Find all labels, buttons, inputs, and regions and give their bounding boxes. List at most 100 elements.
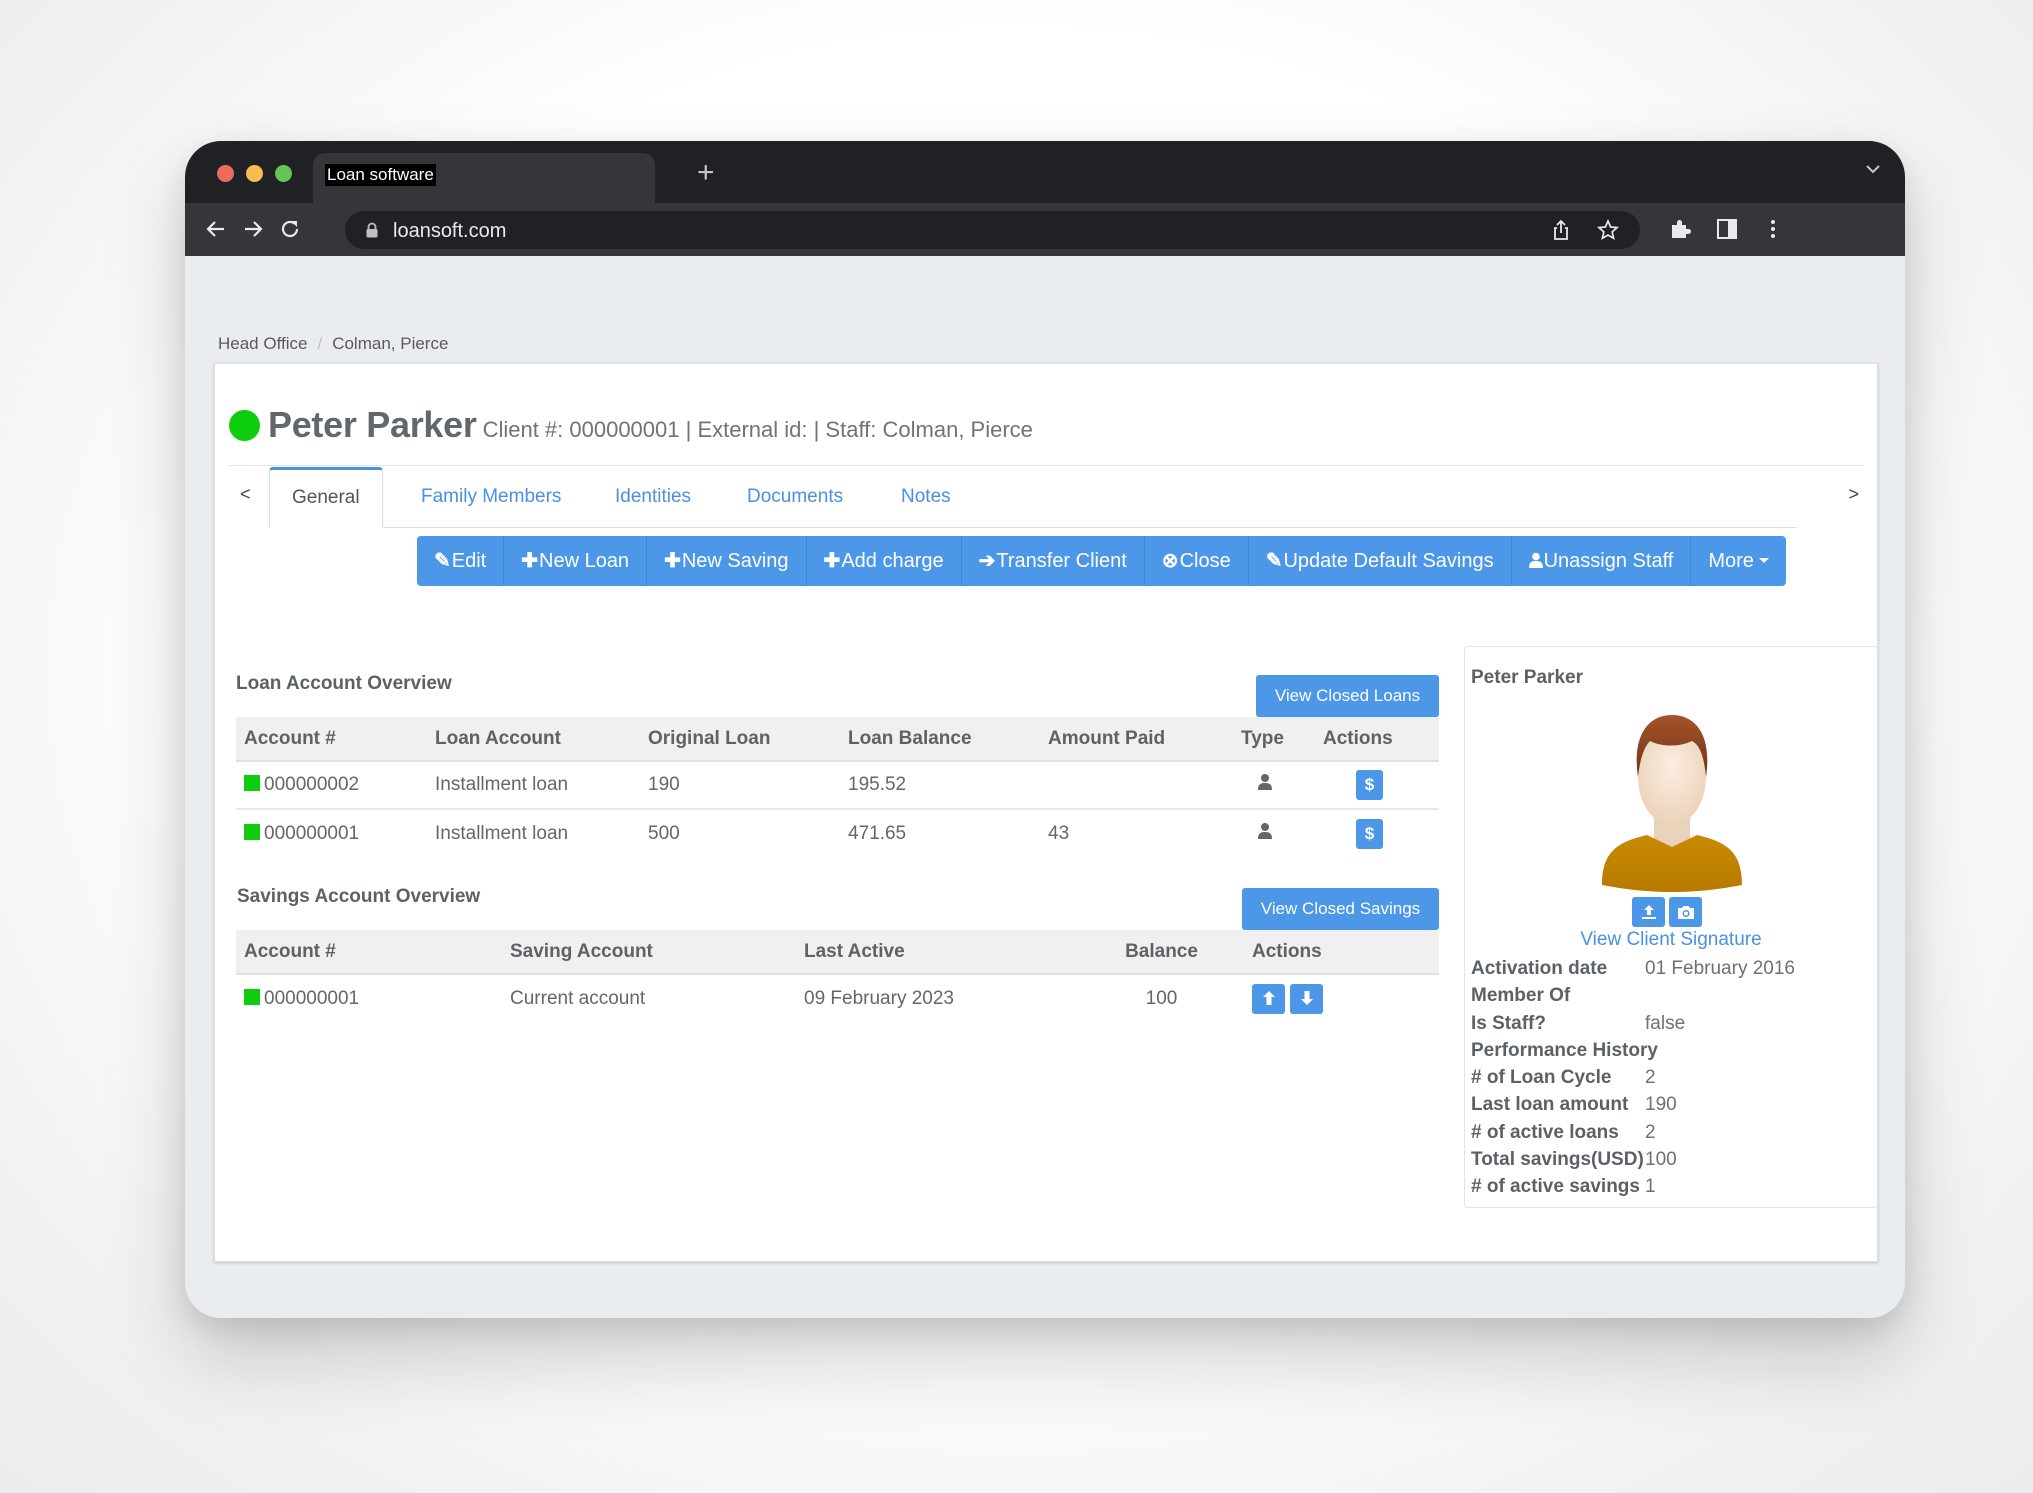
- withdraw-button[interactable]: [1290, 983, 1324, 1014]
- new-tab-icon[interactable]: +: [697, 153, 715, 193]
- extensions-icon[interactable]: [1668, 217, 1692, 241]
- maximize-window-button[interactable]: [275, 165, 292, 182]
- breadcrumb-separator: /: [317, 334, 323, 353]
- table-row[interactable]: 000000001 Installment loan 500 471.65 43…: [236, 809, 1439, 857]
- arrow-right-icon: ➔: [978, 550, 996, 572]
- deposit-button[interactable]: [1252, 983, 1285, 1014]
- unassign-staff-button[interactable]: Unassign Staff: [1512, 536, 1692, 586]
- share-icon[interactable]: [1550, 219, 1572, 241]
- col-account: Account #: [236, 930, 502, 975]
- close-circle-icon: ⊗: [1161, 550, 1179, 572]
- client-tabs: < General Family Members Identities Docu…: [229, 467, 1863, 528]
- update-default-savings-button-label: Update Default Savings: [1283, 550, 1494, 572]
- more-dropdown-button[interactable]: More: [1691, 536, 1786, 586]
- table-row[interactable]: 000000002 Installment loan 190 195.52 $: [236, 761, 1439, 810]
- address-bar[interactable]: loansoft.com: [345, 211, 1640, 249]
- lock-icon: [366, 222, 378, 238]
- plus-icon: ✚: [521, 550, 538, 572]
- loan-actions: $: [1315, 809, 1439, 857]
- loan-balance: 471.65: [848, 822, 907, 844]
- update-default-savings-button[interactable]: ✎Update Default Savings: [1249, 536, 1512, 586]
- info-active-savings: # of active savings 1: [1471, 1173, 1795, 1200]
- upload-icon: [1641, 905, 1656, 919]
- col-actions: Actions: [1315, 717, 1439, 762]
- view-closed-savings-button[interactable]: View Closed Savings: [1242, 888, 1439, 930]
- amount-paid: 43: [1048, 822, 1070, 844]
- more-button-label: More: [1708, 550, 1754, 572]
- active-status-icon: [244, 775, 260, 791]
- side-panel-icon[interactable]: [1715, 217, 1739, 241]
- close-client-button[interactable]: ⊗Close: [1145, 536, 1249, 586]
- tab-list-icon[interactable]: [1863, 159, 1883, 179]
- view-closed-loans-button[interactable]: View Closed Loans: [1256, 675, 1439, 717]
- loan-type: [1233, 809, 1315, 857]
- tab-general[interactable]: General: [269, 467, 383, 528]
- upload-photo-button[interactable]: [1632, 897, 1665, 927]
- info-value: 01 February 2016: [1645, 958, 1795, 979]
- tab-family-members[interactable]: Family Members: [399, 467, 583, 528]
- last-active: 09 February 2023: [804, 987, 954, 1009]
- savings-product: Current account: [510, 987, 646, 1009]
- active-status-icon: [244, 988, 260, 1005]
- person-icon: [1258, 822, 1272, 839]
- arrow-up-icon: [1262, 990, 1275, 1005]
- client-actions-toolbar: ✎Edit ✚New Loan ✚New Saving ✚Add charge …: [417, 536, 1786, 586]
- breadcrumb-item-staff[interactable]: Colman, Pierce: [332, 334, 448, 353]
- capture-photo-button[interactable]: [1669, 897, 1702, 927]
- savings-accounts-table: Account # Saving Account Last Active Bal…: [236, 930, 1439, 1022]
- repayment-button[interactable]: $: [1356, 818, 1383, 849]
- star-icon[interactable]: [1597, 219, 1619, 241]
- client-name: Peter Parker: [268, 404, 477, 445]
- new-loan-button-label: New Loan: [539, 550, 630, 572]
- tab-identities[interactable]: Identities: [593, 467, 713, 528]
- url-text[interactable]: loansoft.com: [393, 220, 506, 243]
- tab-scroll-right[interactable]: >: [1848, 484, 1859, 505]
- tab-documents[interactable]: Documents: [725, 467, 865, 528]
- loan-actions: $: [1315, 761, 1439, 810]
- client-info-list: Activation date 01 February 2016 Member O…: [1471, 955, 1795, 1201]
- close-window-button[interactable]: [217, 165, 234, 182]
- info-value: 1: [1645, 1176, 1656, 1198]
- browser-toolbar: loansoft.com: [185, 203, 1905, 256]
- col-amount-paid: Amount Paid: [1040, 717, 1233, 762]
- add-charge-button[interactable]: ✚Add charge: [807, 536, 962, 586]
- breadcrumb-item-head-office[interactable]: Head Office: [218, 334, 307, 353]
- info-value: false: [1645, 1012, 1686, 1034]
- new-loan-button[interactable]: ✚New Loan: [504, 536, 648, 586]
- edit-button[interactable]: ✎Edit: [417, 536, 505, 586]
- back-icon[interactable]: [203, 216, 229, 242]
- caret-down-icon: [1758, 558, 1769, 563]
- info-label: Member Of: [1471, 985, 1571, 1007]
- info-value: 190: [1645, 1094, 1677, 1116]
- savings-account-number[interactable]: 000000001: [236, 974, 502, 1022]
- info-loan-cycle: # of Loan Cycle 2: [1471, 1064, 1795, 1091]
- new-saving-button[interactable]: ✚New Saving: [647, 536, 807, 586]
- loan-product: Installment loan: [427, 761, 640, 810]
- col-loan-balance: Loan Balance: [840, 717, 1040, 762]
- browser-tab[interactable]: Loan software: [313, 153, 655, 203]
- loan-account-number[interactable]: 000000002: [236, 761, 427, 810]
- loan-account-number[interactable]: 000000001: [236, 809, 427, 857]
- account-number-text: 000000001: [264, 987, 360, 1009]
- menu-icon[interactable]: [1761, 217, 1785, 241]
- minimize-window-button[interactable]: [246, 165, 263, 182]
- tab-strip: Loan software +: [185, 141, 1905, 203]
- info-last-loan-amount: Last loan amount 190: [1471, 1091, 1795, 1118]
- forward-icon[interactable]: [240, 216, 266, 242]
- add-charge-button-label: Add charge: [841, 550, 944, 572]
- transfer-client-button[interactable]: ➔Transfer Client: [962, 536, 1145, 586]
- avatar-actions: [1632, 897, 1702, 927]
- transfer-client-button-label: Transfer Client: [996, 550, 1127, 572]
- repayment-button[interactable]: $: [1356, 770, 1383, 800]
- col-type: Type: [1233, 717, 1315, 762]
- page-content: Head Office / Colman, Pierce Peter Parker C…: [185, 256, 1905, 1318]
- browser-tab-title: Loan software: [325, 164, 436, 186]
- reload-icon[interactable]: [277, 216, 303, 242]
- savings-balance: 100: [1145, 987, 1178, 1009]
- loan-overview-title: Loan Account Overview: [236, 673, 452, 694]
- tab-scroll-left[interactable]: <: [240, 484, 251, 505]
- tab-notes[interactable]: Notes: [879, 467, 973, 528]
- view-client-signature-link[interactable]: View Client Signature: [1465, 929, 1877, 951]
- table-row[interactable]: 000000001 Current account 09 February 20…: [236, 974, 1439, 1022]
- client-avatar: [1602, 715, 1742, 892]
